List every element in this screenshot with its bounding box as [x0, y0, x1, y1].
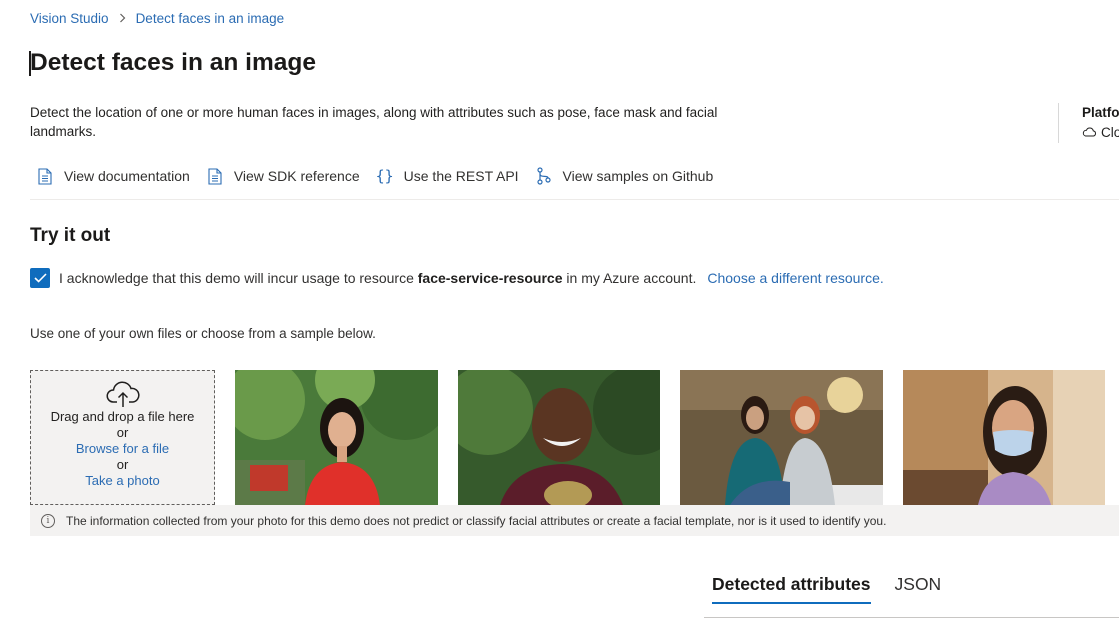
- resource-name: face-service-resource: [417, 270, 563, 286]
- acknowledge-checkbox[interactable]: [30, 268, 50, 288]
- breadcrumb: Vision Studio Detect faces in an image: [30, 11, 284, 26]
- privacy-notice-text: The information collected from your phot…: [66, 513, 887, 528]
- choose-resource-link[interactable]: Choose a different resource.: [707, 270, 883, 286]
- take-photo-link[interactable]: Take a photo: [31, 473, 214, 489]
- checkmark-icon: [33, 273, 47, 283]
- drag-drop-text: Drag and drop a file here: [50, 409, 195, 424]
- breadcrumb-current[interactable]: Detect faces in an image: [136, 11, 285, 26]
- use-rest-api-link[interactable]: {} Use the REST API: [376, 167, 519, 185]
- page-title: Detect faces in an image: [30, 49, 316, 76]
- curly-braces-icon: {}: [375, 167, 394, 185]
- tab-json[interactable]: JSON: [895, 574, 942, 604]
- platform-title: Platfo: [1082, 105, 1119, 120]
- sample-image-two-women-office[interactable]: [680, 370, 883, 505]
- or-text: or: [116, 425, 129, 440]
- sample-image-man-smiling[interactable]: [458, 370, 660, 505]
- acknowledge-prefix: I acknowledge that this demo will incur …: [59, 270, 414, 286]
- acknowledge-suffix: in my Azure account.: [566, 270, 697, 286]
- acknowledge-row: I acknowledge that this demo will incur …: [30, 268, 884, 288]
- branch-icon: [535, 167, 553, 185]
- cloud-upload-icon: [31, 381, 214, 409]
- view-documentation-link[interactable]: View documentation: [36, 167, 190, 185]
- tab-detected-attributes[interactable]: Detected attributes: [712, 574, 871, 604]
- document-icon: [206, 167, 224, 185]
- privacy-notice: i The information collected from your ph…: [30, 505, 1119, 536]
- divider: [30, 199, 1119, 200]
- view-sdk-reference-link[interactable]: View SDK reference: [206, 167, 360, 185]
- platform-value-text: Clo: [1101, 125, 1119, 140]
- platform-value: Clo: [1082, 123, 1119, 143]
- sample-image-woman-face-mask[interactable]: [903, 370, 1105, 505]
- result-tabs: Detected attributes JSON: [712, 574, 941, 604]
- view-sdk-reference-label: View SDK reference: [233, 168, 360, 184]
- view-samples-github-link[interactable]: View samples on Github: [535, 167, 714, 185]
- sample-image-woman-red-dress[interactable]: [235, 370, 438, 505]
- view-samples-github-label: View samples on Github: [562, 168, 714, 184]
- document-icon: [36, 167, 54, 185]
- view-documentation-label: View documentation: [64, 168, 190, 184]
- platform-panel: Platfo Clo: [1058, 103, 1119, 143]
- tab-underline-rule: [704, 617, 1119, 618]
- cloud-icon: [1082, 123, 1097, 143]
- or-text: or: [116, 457, 129, 472]
- use-files-instruction: Use one of your own files or choose from…: [30, 326, 376, 341]
- resource-links: View documentation View SDK reference {}…: [36, 167, 713, 185]
- chevron-right-icon: [119, 12, 126, 26]
- browse-file-link[interactable]: Browse for a file: [31, 441, 214, 457]
- info-icon: i: [41, 513, 55, 528]
- use-rest-api-label: Use the REST API: [403, 168, 519, 184]
- page-description: Detect the location of one or more human…: [30, 105, 718, 139]
- file-drop-zone[interactable]: Drag and drop a file here or Browse for …: [30, 370, 215, 505]
- try-it-out-heading: Try it out: [30, 225, 111, 246]
- breadcrumb-vision-studio[interactable]: Vision Studio: [30, 11, 109, 26]
